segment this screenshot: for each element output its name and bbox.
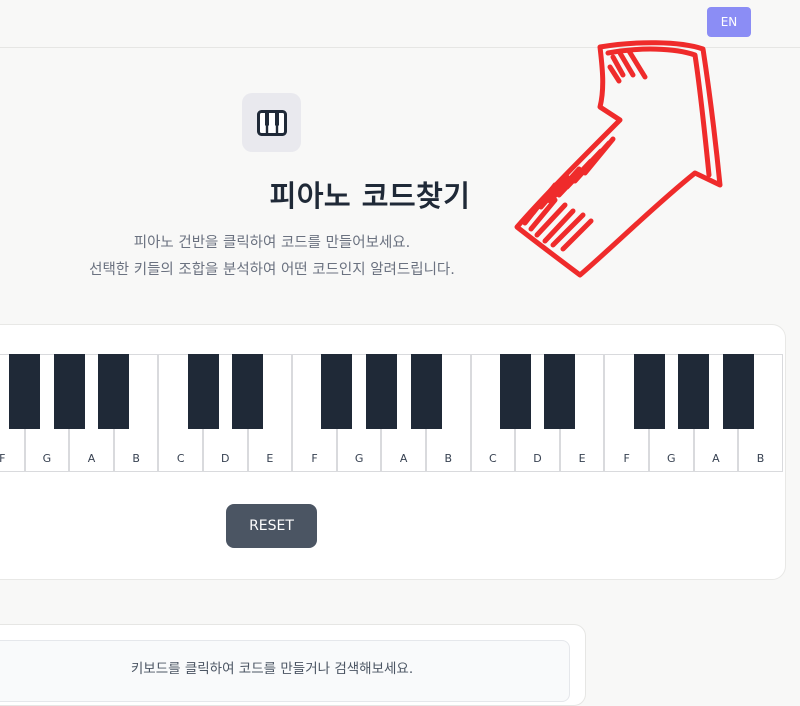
white-key-label: B xyxy=(444,452,453,465)
black-key-c-sharp[interactable] xyxy=(187,354,219,429)
black-key-d-sharp[interactable] xyxy=(232,354,264,429)
arrow-annotation-icon xyxy=(514,40,723,278)
black-key-f-sharp[interactable] xyxy=(321,354,353,429)
black-key-a-sharp[interactable] xyxy=(98,354,130,429)
black-key-f-sharp[interactable] xyxy=(9,354,41,429)
reset-button[interactable]: RESET xyxy=(226,504,317,548)
white-key-label: G xyxy=(354,452,364,465)
white-key-label: B xyxy=(132,452,140,465)
black-key-g-sharp[interactable] xyxy=(365,354,397,429)
white-key-label: C xyxy=(176,452,185,465)
white-key-label: F xyxy=(0,452,6,465)
white-key-label: G xyxy=(667,452,676,465)
white-key-label: E xyxy=(578,452,586,465)
white-key-label: A xyxy=(712,452,720,465)
language-toggle-button[interactable]: EN xyxy=(707,7,751,37)
piano-keyboard: FGABCDEFGABCDEFGAB xyxy=(0,354,783,473)
black-key-a-sharp[interactable] xyxy=(410,354,442,429)
white-key-label: C xyxy=(489,452,497,465)
page-subtitle-line2: 선택한 키들의 조합을 분석하여 어떤 코드인지 알려드립니다. xyxy=(89,262,455,278)
black-key-d-sharp[interactable] xyxy=(544,354,576,429)
black-key-g-sharp[interactable] xyxy=(678,354,710,429)
white-key-label: E xyxy=(266,452,274,465)
black-key-a-sharp[interactable] xyxy=(722,354,754,429)
white-key-label: F xyxy=(311,452,318,465)
white-key-label: A xyxy=(399,452,408,465)
piano-logo xyxy=(242,93,301,152)
white-key-label: G xyxy=(42,452,52,465)
page-subtitle-line1: 피아노 건반을 클릭하여 코드를 만들어보세요. xyxy=(133,235,411,251)
white-key-label: B xyxy=(756,452,765,465)
chord-search-hint: 키보드를 클릭하여 코드를 만들거나 검색해보세요. xyxy=(130,661,414,677)
piano-icon xyxy=(256,109,287,136)
white-key-label: F xyxy=(623,452,630,465)
white-key-label: D xyxy=(533,452,542,465)
white-key-label: A xyxy=(87,452,96,465)
white-key-label: D xyxy=(221,452,230,465)
black-key-c-sharp[interactable] xyxy=(499,354,531,429)
black-key-g-sharp[interactable] xyxy=(53,354,85,429)
black-key-f-sharp[interactable] xyxy=(633,354,665,429)
